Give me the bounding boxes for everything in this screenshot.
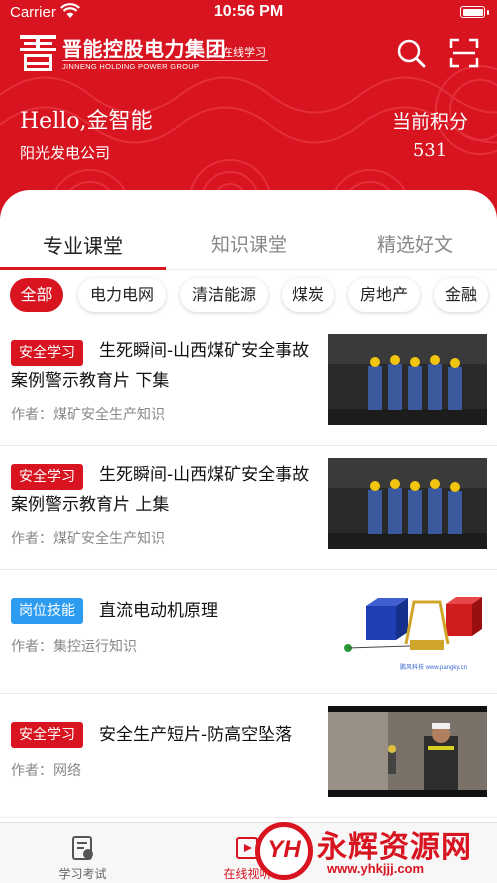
scan-icon[interactable] <box>449 38 479 68</box>
status-bar: Carrier 10:56 PM <box>0 0 497 26</box>
article-author: 作者：网络 <box>11 763 81 779</box>
chip-all[interactable]: 全部 <box>10 278 63 312</box>
chip-finance[interactable]: 金融 <box>434 278 488 312</box>
content-panel: 专业课堂 知识课堂 精选好文 全部 电力电网 清洁能源 煤炭 房地产 金融 安全… <box>0 190 497 830</box>
points-value: 531 <box>412 140 448 161</box>
list-item[interactable]: 安全学习 生死瞬间-山西煤矿安全事故案例警示教育片 上集 作者：煤矿安全生产知识 <box>0 446 497 570</box>
tab-knowledge[interactable]: 知识课堂 <box>166 230 332 257</box>
chip-coal[interactable]: 煤炭 <box>282 278 334 312</box>
filter-chips: 全部 电力电网 清洁能源 煤炭 房地产 金融 <box>0 278 497 318</box>
brand-logo-icon <box>20 35 56 71</box>
brand-tag: 在线学习 <box>222 46 266 59</box>
article-title: 安全生产短片-防高空坠落 <box>99 725 293 745</box>
battery-tip <box>487 10 489 15</box>
user-greeting: Hello,金智能 <box>20 109 153 134</box>
watermark-name: 永辉资源网 <box>317 830 472 865</box>
search-icon[interactable] <box>396 38 426 68</box>
tab-active-indicator <box>0 267 166 270</box>
brand-divider <box>62 60 268 61</box>
safety-worker-thumbnail <box>328 706 487 797</box>
article-author: 作者：煤矿安全生产知识 <box>11 531 165 547</box>
watermark-logo-text: YH <box>267 836 301 863</box>
tabbar-label: 学习考试 <box>58 867 107 881</box>
points-label: 当前积分 <box>391 111 468 133</box>
user-company: 阳光发电公司 <box>20 144 111 162</box>
exam-icon <box>72 836 93 860</box>
watermark-url: www.yhkjjj.com <box>327 861 425 876</box>
article-title: 直流电动机原理 <box>99 601 218 621</box>
brand-name-en: JINNENG HOLDING POWER GROUP <box>62 62 200 71</box>
list-item[interactable]: 安全学习 生死瞬间-山西煤矿安全事故案例警示教育片 下集 作者：煤矿安全生产知识 <box>0 322 497 446</box>
brand-name: 晋能控股电力集团 <box>62 37 226 61</box>
list-item[interactable]: 岗位技能 直流电动机原理 作者：集控运行知识 鹏风科技 www.pangky.c… <box>0 570 497 694</box>
category-tabs: 专业课堂 知识课堂 精选好文 <box>0 190 497 270</box>
battery-icon <box>460 6 485 18</box>
coal-miners-thumbnail <box>328 334 487 425</box>
article-title: 生死瞬间-山西煤矿安全事故案例警示教育片 上集 <box>11 465 310 515</box>
article-author: 作者：煤矿安全生产知识 <box>11 407 165 423</box>
list-item[interactable]: 安全学习 安全生产短片-防高空坠落 作者：网络 <box>0 694 497 818</box>
chip-real-estate[interactable]: 房地产 <box>348 278 420 312</box>
tab-professional[interactable]: 专业课堂 <box>0 230 166 259</box>
dc-motor-thumbnail: 鹏风科技 www.pangky.cn <box>328 584 487 675</box>
article-title: 生死瞬间-山西煤矿安全事故案例警示教育片 下集 <box>11 341 310 391</box>
tab-selected-articles[interactable]: 精选好文 <box>332 230 497 257</box>
thumbnail-caption: 鹏风科技 www.pangky.cn <box>400 665 467 671</box>
article-author: 作者：集控运行知识 <box>11 639 137 655</box>
coal-miners-thumbnail <box>328 458 487 549</box>
tabbar-item-exam[interactable]: 学习考试 <box>0 823 165 883</box>
chip-clean-energy[interactable]: 清洁能源 <box>180 278 268 312</box>
chip-power-grid[interactable]: 电力电网 <box>78 278 166 312</box>
watermark: YH 永辉资源网 www.yhkjjj.com <box>245 818 497 883</box>
status-time: 10:56 PM <box>213 3 284 20</box>
